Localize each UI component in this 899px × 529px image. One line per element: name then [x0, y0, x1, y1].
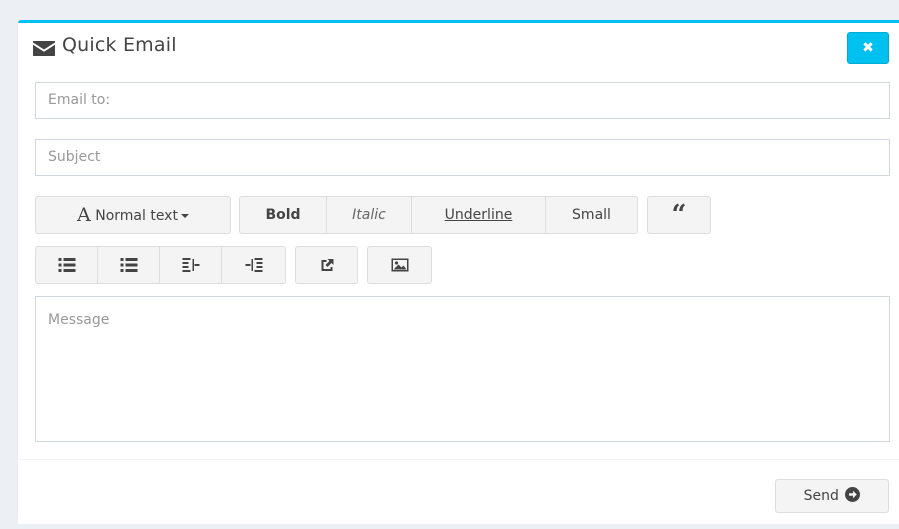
- box-header: Quick Email ✖: [18, 23, 899, 71]
- box-title: Quick Email: [62, 34, 177, 56]
- subject-input[interactable]: Subject: [35, 139, 890, 176]
- small-button[interactable]: Small: [545, 196, 638, 234]
- insert-image-button[interactable]: [367, 246, 432, 284]
- message-placeholder: Message: [48, 312, 110, 328]
- box-footer: Send: [18, 459, 899, 524]
- send-label: Send: [803, 488, 839, 504]
- email-to-input[interactable]: Email to:: [35, 82, 890, 119]
- ordered-list-button[interactable]: [97, 246, 160, 284]
- message-textarea[interactable]: Message: [35, 296, 890, 442]
- italic-button[interactable]: Italic: [326, 196, 412, 234]
- outdent-button[interactable]: [159, 246, 222, 284]
- link-button[interactable]: [295, 246, 358, 284]
- underline-button[interactable]: Underline: [411, 196, 546, 234]
- close-icon: ✖: [862, 40, 874, 56]
- quote-icon: “: [671, 200, 687, 230]
- indent-button[interactable]: [221, 246, 286, 284]
- email-to-placeholder: Email to:: [48, 92, 111, 108]
- unordered-list-button[interactable]: [35, 246, 98, 284]
- text-format-label: Normal text: [95, 208, 178, 224]
- font-icon: A: [77, 204, 91, 226]
- quick-email-box: Quick Email ✖ Email to: Subject A Normal…: [18, 20, 899, 524]
- chevron-down-icon: [180, 214, 189, 218]
- blockquote-button[interactable]: “: [647, 196, 711, 234]
- text-format-dropdown[interactable]: A Normal text: [35, 196, 231, 234]
- arrow-circle-right-icon: [845, 482, 861, 514]
- subject-placeholder: Subject: [48, 149, 101, 165]
- send-button[interactable]: Send: [775, 479, 889, 513]
- envelope-icon: [33, 41, 55, 56]
- bold-button[interactable]: Bold: [239, 196, 327, 234]
- close-button[interactable]: ✖: [847, 32, 889, 64]
